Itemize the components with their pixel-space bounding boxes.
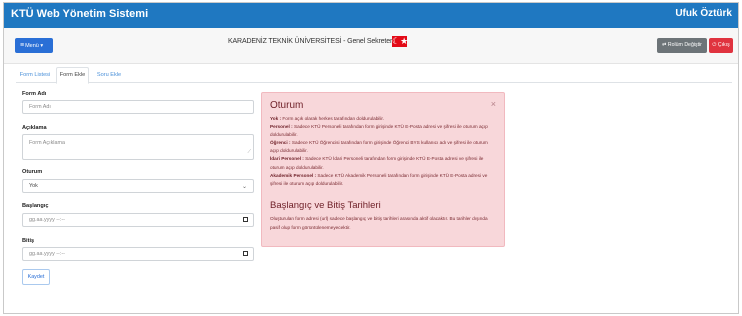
calendar-icon[interactable] <box>243 251 248 256</box>
form-name-input[interactable]: Form Adı <box>22 100 254 114</box>
toolbar: ≡Menü ▾ KARADENİZ TEKNİK ÜNİVERSİTESİ - … <box>4 28 738 64</box>
description-placeholder: Form Açıklama <box>29 140 65 146</box>
session-info-item: Yok : Form açık olarak herkes tarafından… <box>270 116 385 121</box>
session-info-item: İdari Personel : Sadece KTÜ İdari Person… <box>270 156 484 170</box>
end-date-label: Bitiş <box>22 238 35 244</box>
close-icon[interactable]: × <box>491 99 496 109</box>
description-textarea[interactable]: Form Açıklama ⟋ <box>22 134 254 160</box>
session-info-item: Öğrenci : Sadece KTÜ Öğrencisi tarafında… <box>270 140 488 154</box>
app-frame: KTÜ Web Yönetim Sistemi Ufuk Öztürk ≡Men… <box>3 2 739 314</box>
session-selected-value: Yok <box>29 183 38 189</box>
save-button[interactable]: Kaydet <box>22 269 50 285</box>
session-info-item: Personel : Sadece KTÜ Personeli tarafınd… <box>270 124 488 138</box>
menu-label: Menü <box>25 43 39 49</box>
calendar-icon[interactable] <box>243 217 248 222</box>
menu-button[interactable]: ≡Menü ▾ <box>15 38 53 53</box>
end-date-placeholder: gg.aa.yyyy --:-- <box>29 251 65 257</box>
institution-title: KARADENİZ TEKNİK ÜNİVERSİTESİ - Genel Se… <box>228 38 399 45</box>
session-info-list: Yok : Form açık olarak herkes tarafından… <box>270 115 496 188</box>
tab-form-list[interactable]: Form Listesi <box>16 67 54 83</box>
dates-info-heading: Başlangıç ve Bitiş Tarihleri <box>270 200 381 211</box>
start-date-label: Başlangıç <box>22 203 49 209</box>
turkish-flag-icon: ☾★ <box>392 36 409 47</box>
start-date-input[interactable]: gg.aa.yyyy --:-- <box>22 213 254 227</box>
resize-grip-icon[interactable]: ⟋ <box>247 146 251 158</box>
top-navbar: KTÜ Web Yönetim Sistemi Ufuk Öztürk <box>4 3 738 28</box>
session-select[interactable]: Yok ⌄ <box>22 179 254 193</box>
dates-info-text: Oluşturulan form adresi (url) sadece baş… <box>270 216 488 230</box>
app-title[interactable]: KTÜ Web Yönetim Sistemi <box>11 8 148 20</box>
exit-button[interactable]: ⏻ Çıkış <box>709 38 733 53</box>
start-date-placeholder: gg.aa.yyyy --:-- <box>29 217 65 223</box>
switch-role-button[interactable]: ⇄ Rolüm Değiştir <box>657 38 707 53</box>
tab-question-add[interactable]: Soru Ekle <box>92 67 126 83</box>
hamburger-icon: ≡ <box>20 42 25 49</box>
session-label: Oturum <box>22 169 43 175</box>
chevron-down-icon: ⌄ <box>241 184 247 190</box>
end-date-input[interactable]: gg.aa.yyyy --:-- <box>22 247 254 261</box>
session-info-item: Akademik Personel : Sadece KTÜ Akademik … <box>270 172 488 186</box>
form-name-label: Form Adı <box>22 91 47 97</box>
info-alert: × Oturum Yok : Form açık olarak herkes t… <box>261 92 505 247</box>
description-label: Açıklama <box>22 125 47 131</box>
session-info-heading: Oturum <box>270 100 304 111</box>
tab-bar: Form Listesi Form Ekle Soru Ekle <box>16 67 732 84</box>
tab-form-add[interactable]: Form Ekle <box>56 67 89 84</box>
user-name[interactable]: Ufuk Öztürk <box>675 8 732 19</box>
